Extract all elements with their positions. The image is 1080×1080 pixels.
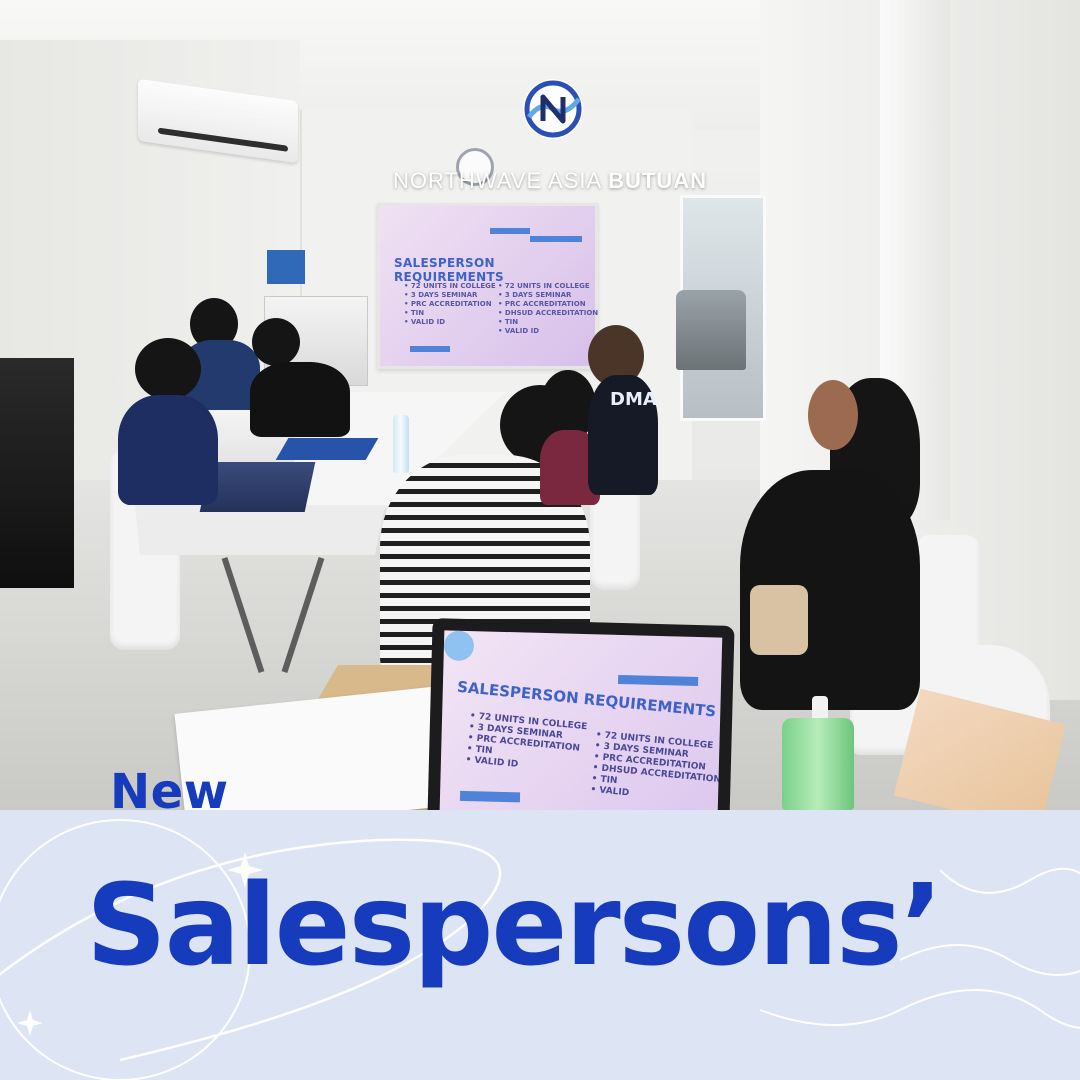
projected-slide-title: SALESPERSON REQUIREMENTS [394,256,504,284]
attendee-body [250,362,350,437]
attendee-body [118,395,218,505]
seminar-photo: SALESPERSON REQUIREMENTS • 72 UNITS IN C… [0,0,1080,810]
slide-decor-bar [490,228,530,234]
table-edge [135,505,385,555]
slide-decor-bar [459,790,521,803]
parked-car [676,290,746,370]
water-bottle [393,415,409,473]
attendee-head [252,318,300,366]
slide-decor-bar [410,346,450,352]
hand-sanitizer [782,718,854,810]
laptop: SALESPERSON REQUIREMENTS • 72 UNITS IN C… [427,618,735,810]
brand-name-light: NORTHWAVE ASIA [393,168,609,193]
handbag [750,585,808,655]
laptop-slide-right-list: • 72 UNITS IN COLLEGE • 3 DAYS SEMINAR •… [590,729,722,799]
brand-name-bold: BUTUAN [608,168,707,193]
attendee-head [135,338,201,400]
brand-name: NORTHWAVE ASIA BUTUAN [0,168,1080,194]
projected-slide-right-list: • 72 UNITS IN COLLEGE • 3 DAYS SEMINAR •… [498,282,599,335]
projected-slide-left-list: • 72 UNITS IN COLLEGE • 3 DAYS SEMINAR •… [404,282,496,326]
shirt-print: DMA [610,389,657,410]
attendee-body: DMA [588,375,658,495]
supply-box [267,250,305,284]
headline-line-2: Salespersons’ [86,861,943,991]
laptop-screen: SALESPERSON REQUIREMENTS • 72 UNITS IN C… [439,630,723,810]
speaker [0,358,74,588]
laptop-slide-left-list: • 72 UNITS IN COLLEGE • 3 DAYS SEMINAR •… [465,711,588,770]
northwave-globe-logo-icon [523,79,583,139]
projection-screen: SALESPERSON REQUIREMENTS • 72 UNITS IN C… [377,203,598,369]
slide-decor-circle [443,630,475,662]
sparkle-icon [17,1010,43,1036]
decor-wave [759,989,1080,1029]
decor-wave [939,867,1080,894]
slide-decor-bar [530,236,582,242]
headline-line-1: New [110,764,229,820]
blue-folder [275,438,379,460]
slide-decor-bar [618,674,699,687]
poster: SALESPERSON REQUIREMENTS • 72 UNITS IN C… [0,0,1080,1080]
attendee-face [808,380,858,450]
